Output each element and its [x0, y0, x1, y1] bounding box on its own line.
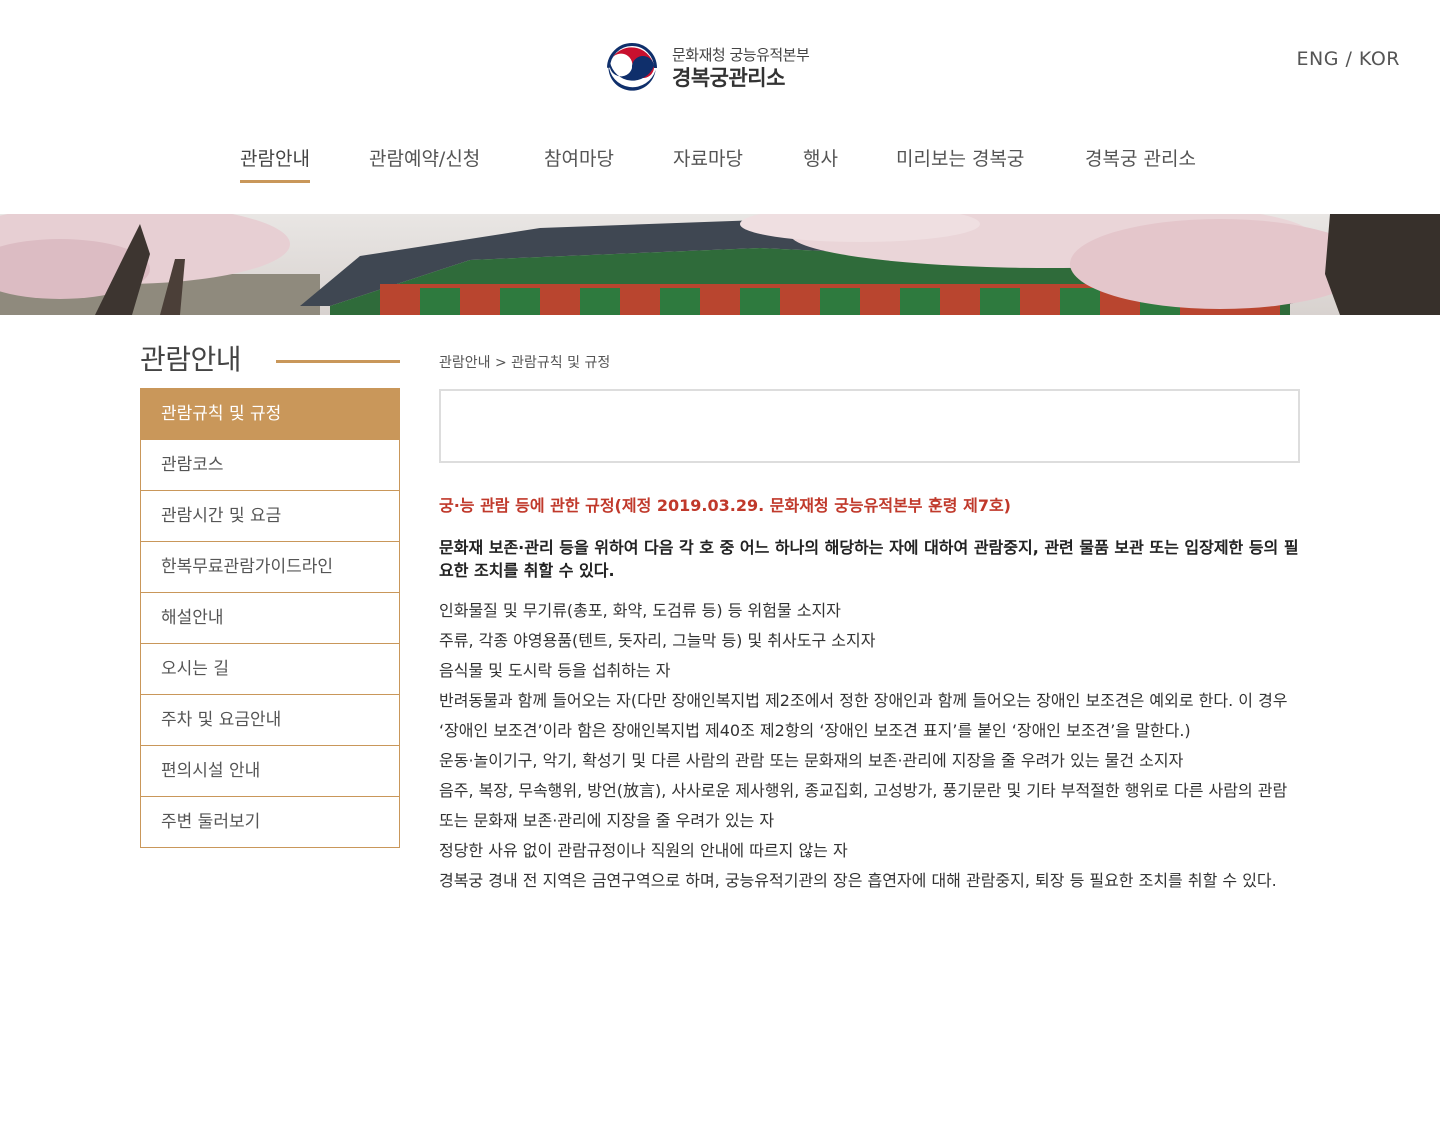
main-nav: 관람안내 관람예약/신청 참여마당 자료마당 행사 미리보는 경복궁 경복궁 관…: [0, 140, 1440, 184]
sidebar-item-rules[interactable]: 관람규칙 및 규정: [140, 388, 400, 440]
sidebar-title-divider: [276, 360, 400, 363]
main-content: 궁·능 관람 등에 관한 규정(제정 2019.03.29. 문화재청 궁능유적…: [439, 492, 1301, 896]
list-item: 음주, 복장, 무속행위, 방언(放言), 사사로운 제사행위, 종교집회, 고…: [439, 781, 1288, 830]
sidebar-item-label: 해설안내: [161, 608, 224, 628]
sidebar-item-label: 주변 둘러보기: [161, 812, 261, 832]
nav-item-preview[interactable]: 미리보는 경복궁: [896, 140, 1024, 180]
hero-banner-image: [0, 214, 1440, 315]
nav-item-guide[interactable]: 관람안내: [240, 140, 310, 183]
list-item: 음식물 및 도시락 등을 섭취하는 자: [439, 661, 671, 680]
regulation-title: 궁·능 관람 등에 관한 규정(제정 2019.03.29. 문화재청 궁능유적…: [439, 496, 1011, 515]
list-item: 반려동물과 함께 들어오는 자(다만 장애인복지법 제2조에서 정한 장애인과 …: [439, 691, 1288, 740]
sidebar-item-hours-fees[interactable]: 관람시간 및 요금: [140, 491, 400, 542]
site-logo[interactable]: 문화재청 궁능유적본부 경복궁관리소: [604, 40, 810, 96]
taegeuk-emblem-icon: [605, 41, 659, 95]
list-item: 경복궁 경내 전 지역은 금연구역으로 하며, 궁능유적기관의 장은 흡연자에 …: [439, 871, 1277, 890]
sidebar-item-label: 한복무료관람가이드라인: [161, 557, 334, 577]
site-header: 문화재청 궁능유적본부 경복궁관리소 ENG / KOR 관람안내 관람예약/신…: [0, 0, 1440, 214]
sidebar-item-directions[interactable]: 오시는 길: [140, 644, 400, 695]
list-item: 인화물질 및 무기류(총포, 화약, 도검류 등) 등 위험물 소지자: [439, 601, 841, 620]
logo-org-name: 문화재청 궁능유적본부: [672, 46, 810, 64]
breadcrumb: 관람안내 > 관람규칙 및 규정: [439, 355, 611, 371]
regulation-intro: 문화재 보존·관리 등을 위하여 다음 각 호 중 어느 하나의 해당하는 자에…: [439, 538, 1299, 580]
nav-item-participation[interactable]: 참여마당: [544, 140, 614, 180]
sidebar-item-commentary[interactable]: 해설안내: [140, 593, 400, 644]
sidebar-item-hanbok-guideline[interactable]: 한복무료관람가이드라인: [140, 542, 400, 593]
sidebar-item-facilities[interactable]: 편의시설 안내: [140, 746, 400, 797]
list-item: 정당한 사유 없이 관람규정이나 직원의 안내에 따르지 않는 자: [439, 841, 848, 860]
sidebar-item-surroundings[interactable]: 주변 둘러보기: [140, 797, 400, 848]
sidebar-item-label: 편의시설 안내: [161, 761, 261, 781]
language-switch[interactable]: ENG / KOR: [1297, 48, 1401, 70]
logo-text: 문화재청 궁능유적본부 경복궁관리소: [672, 45, 810, 91]
regulation-list: 인화물질 및 무기류(총포, 화약, 도검류 등) 등 위험물 소지자 주류, …: [439, 596, 1301, 896]
nav-item-reservation[interactable]: 관람예약/신청: [369, 140, 480, 180]
sidebar-title: 관람안내: [140, 343, 242, 376]
nav-item-events[interactable]: 행사: [803, 140, 838, 180]
logo-site-name: 경복궁관리소: [672, 66, 785, 90]
sidebar-menu: 관람규칙 및 규정 관람코스 관람시간 및 요금 한복무료관람가이드라인 해설안…: [140, 388, 400, 848]
list-item: 운동·놀이기구, 악기, 확성기 및 다른 사람의 관람 또는 문화재의 보존·…: [439, 751, 1184, 770]
sidebar-item-label: 주차 및 요금안내: [161, 710, 282, 730]
sidebar-item-label: 오시는 길: [161, 659, 229, 679]
sidebar-item-course[interactable]: 관람코스: [140, 440, 400, 491]
sidebar-item-label: 관람시간 및 요금: [161, 506, 282, 526]
nav-item-resources[interactable]: 자료마당: [673, 140, 743, 180]
sidebar-item-parking[interactable]: 주차 및 요금안내: [140, 695, 400, 746]
content-info-box: [439, 389, 1300, 463]
list-item: 주류, 각종 야영용품(텐트, 돗자리, 그늘막 등) 및 취사도구 소지자: [439, 631, 876, 650]
sidebar-item-label: 관람규칙 및 규정: [161, 404, 282, 424]
sidebar-item-label: 관람코스: [161, 455, 224, 475]
nav-item-office[interactable]: 경복궁 관리소: [1085, 140, 1196, 180]
